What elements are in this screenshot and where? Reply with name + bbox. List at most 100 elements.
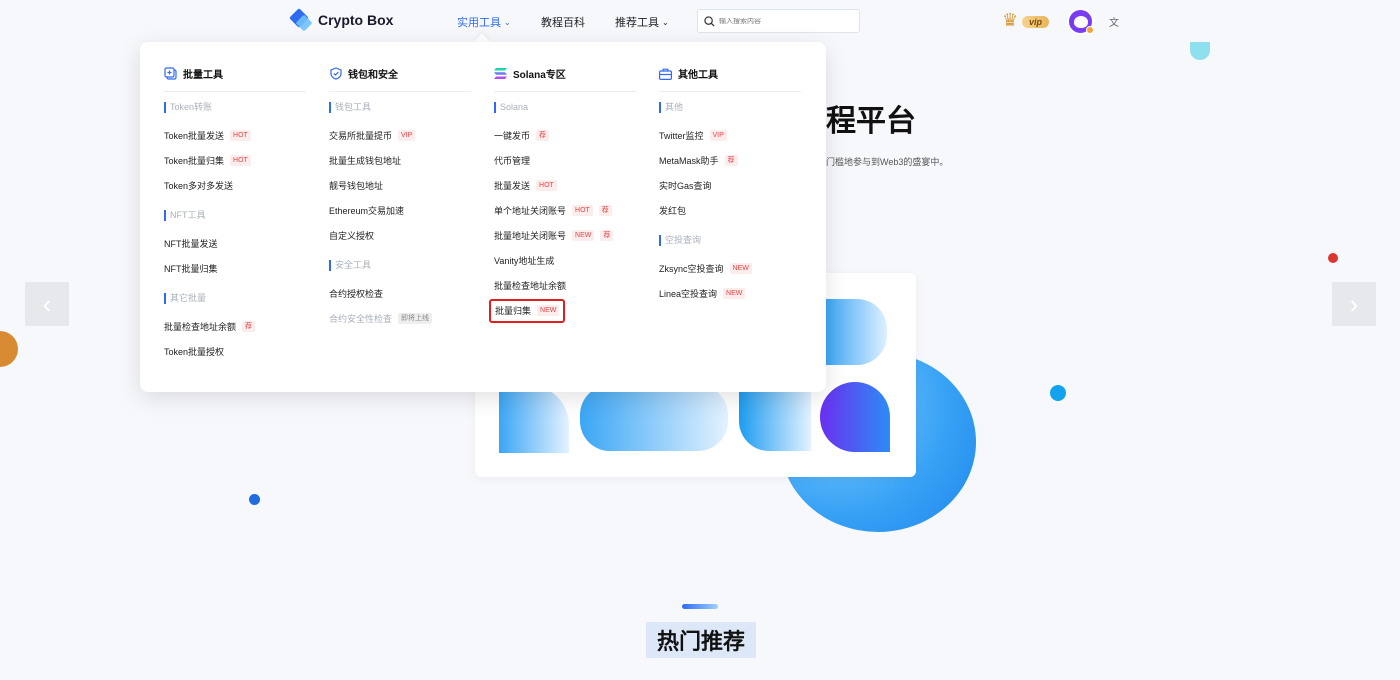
menu-item-token-batch-approve[interactable]: Token批量授权: [164, 339, 306, 364]
menu-item-sol-batch-check-balance[interactable]: 批量检查地址余额: [494, 273, 636, 298]
user-avatar[interactable]: [1067, 8, 1094, 35]
shield-icon: [329, 67, 342, 80]
item-label: 发红包: [659, 206, 687, 216]
carousel-prev-button[interactable]: ‹: [25, 282, 69, 326]
carousel-next-button[interactable]: ›: [1332, 282, 1376, 326]
crown-icon: ♛: [1002, 10, 1019, 30]
item-label: 自定义授权: [329, 231, 375, 241]
nav-label: 实用工具: [457, 17, 501, 29]
menu-item-eth-tx-accelerate[interactable]: Ethereum交易加速: [329, 198, 471, 223]
logo-text: Crypto Box: [318, 12, 394, 28]
nav-tutorials[interactable]: 教程百科: [541, 14, 585, 30]
top-header: Crypto Box 实用工具 ⌄ 教程百科 推荐工具 ⌄ ♛ vip 文: [0, 0, 1400, 44]
search-input[interactable]: [719, 17, 849, 25]
section-label: Token转账: [164, 102, 306, 113]
menu-item-batch-generate-wallet[interactable]: 批量生成钱包地址: [329, 148, 471, 173]
column-wallet-security: 钱包和安全 钱包工具 交易所批量提币 VIP 批量生成钱包地址 靓号钱包地址 Et…: [329, 66, 471, 331]
recommend-tag: 荐: [600, 230, 614, 241]
translate-icon[interactable]: 文: [1109, 14, 1119, 29]
search-box[interactable]: [697, 9, 860, 33]
chevron-down-icon: ⌄: [662, 17, 669, 27]
item-label: 实时Gas查询: [659, 181, 712, 191]
batch-icon: [164, 67, 177, 80]
menu-item-token-batch-collect[interactable]: Token批量归集 HOT: [164, 148, 306, 173]
item-label: NFT批量归集: [164, 264, 218, 274]
nav-label: 推荐工具: [615, 17, 659, 29]
menu-item-exchange-batch-withdraw[interactable]: 交易所批量提币 VIP: [329, 123, 471, 148]
menu-item-token-batch-send[interactable]: Token批量发送 HOT: [164, 123, 306, 148]
column-header: Solana专区: [494, 66, 636, 92]
menu-item-batch-check-balance[interactable]: 批量检查地址余额荐: [164, 314, 306, 339]
section-label: 其他: [659, 102, 801, 113]
menu-item-vanity-address[interactable]: Vanity地址生成: [494, 248, 636, 273]
menu-item-realtime-gas[interactable]: 实时Gas查询: [659, 173, 801, 198]
vip-label: vip: [1022, 16, 1050, 28]
illustration-shape-1: [825, 299, 887, 365]
vip-tag: VIP: [398, 130, 416, 141]
highlight-box: 批量归集 NEW: [489, 298, 566, 323]
column-solana: Solana专区 Solana 一键发币荐 代币管理 批量发送 HOT 单个地址关…: [489, 66, 636, 323]
item-label: MetaMask助手: [659, 156, 719, 166]
hot-tag: HOT: [536, 180, 557, 191]
menu-item-red-packet[interactable]: 发红包: [659, 198, 801, 223]
item-label: 批量检查地址余额: [164, 322, 237, 332]
item-label: Ethereum交易加速: [329, 206, 405, 216]
decor-dot-blue-small: [249, 494, 260, 505]
menu-item-custom-approve[interactable]: 自定义授权: [329, 223, 471, 248]
new-tag: NEW: [572, 230, 595, 241]
item-label: Linea空投查询: [659, 289, 718, 299]
section-label: NFT工具: [164, 210, 306, 221]
coming-soon-tag: 即将上线: [398, 313, 433, 324]
item-label: 靓号钱包地址: [329, 181, 384, 191]
nav-recommended-tools[interactable]: 推荐工具 ⌄: [615, 14, 669, 30]
item-label: 批量生成钱包地址: [329, 156, 402, 166]
menu-item-one-click-token[interactable]: 一键发币荐: [494, 123, 636, 148]
item-label: 一键发币: [494, 131, 531, 141]
item-label: NFT批量发送: [164, 239, 218, 249]
site-logo[interactable]: Crypto Box: [289, 8, 394, 32]
menu-item-sol-batch-collect[interactable]: 批量归集 NEW: [489, 298, 636, 323]
column-batch-tools: 批量工具 Token转账 Token批量发送 HOT Token批量归集 HOT T…: [164, 66, 306, 364]
menu-item-token-management[interactable]: 代币管理: [494, 148, 636, 173]
menu-item-linea-airdrop[interactable]: Linea空投查询 NEW: [659, 281, 801, 306]
vip-tag: VIP: [709, 130, 727, 141]
menu-item-single-close-account[interactable]: 单个地址关闭账号 HOT 荐: [494, 198, 636, 223]
section-label: 安全工具: [329, 260, 471, 271]
nav-label: 教程百科: [541, 17, 585, 29]
decor-dot-blue: [1050, 385, 1066, 401]
avatar-face-icon: [1073, 15, 1088, 28]
menu-item-nft-batch-collect[interactable]: NFT批量归集: [164, 256, 306, 281]
illustration-shape-5: [820, 382, 890, 452]
column-title: 钱包和安全: [348, 70, 398, 81]
item-label: Token批量发送: [164, 131, 225, 141]
nav-practical-tools[interactable]: 实用工具 ⌄: [457, 14, 511, 30]
item-label: 合约授权检查: [329, 289, 384, 299]
vip-badge[interactable]: ♛ vip: [1002, 10, 1052, 32]
decor-dot-orange: [0, 331, 18, 367]
hot-tag: HOT: [572, 205, 593, 216]
recommend-tag: 荐: [536, 130, 550, 141]
menu-item-vanity-wallet[interactable]: 靓号钱包地址: [329, 173, 471, 198]
menu-item-contract-approval-check[interactable]: 合约授权检查: [329, 281, 471, 306]
hot-tag: HOT: [230, 130, 251, 141]
section-label: 钱包工具: [329, 102, 471, 113]
column-header: 其他工具: [659, 66, 801, 92]
menu-item-token-many-to-many[interactable]: Token多对多发送: [164, 173, 306, 198]
item-label: 代币管理: [494, 156, 531, 166]
avatar-status-dot: [1086, 26, 1094, 34]
illustration-shape-3: [580, 385, 728, 451]
menu-item-twitter-monitor[interactable]: Twitter监控 VIP: [659, 123, 801, 148]
toolbox-icon: [659, 67, 672, 80]
item-label: Twitter监控: [659, 131, 704, 141]
section-accent-bar: [682, 604, 718, 609]
decor-dot-red: [1328, 253, 1338, 263]
item-label: 合约安全性检查: [329, 314, 393, 324]
menu-item-metamask-helper[interactable]: MetaMask助手荐: [659, 148, 801, 173]
menu-item-batch-close-account[interactable]: 批量地址关闭账号 NEW 荐: [494, 223, 636, 248]
item-label: 交易所批量提币: [329, 131, 393, 141]
menu-item-nft-batch-send[interactable]: NFT批量发送: [164, 231, 306, 256]
menu-item-zksync-airdrop[interactable]: Zksync空投查询 NEW: [659, 256, 801, 281]
hero-title: 程平台: [826, 105, 916, 138]
menu-item-sol-batch-send[interactable]: 批量发送 HOT: [494, 173, 636, 198]
menu-item-contract-security-check: 合约安全性检查 即将上线: [329, 306, 471, 331]
